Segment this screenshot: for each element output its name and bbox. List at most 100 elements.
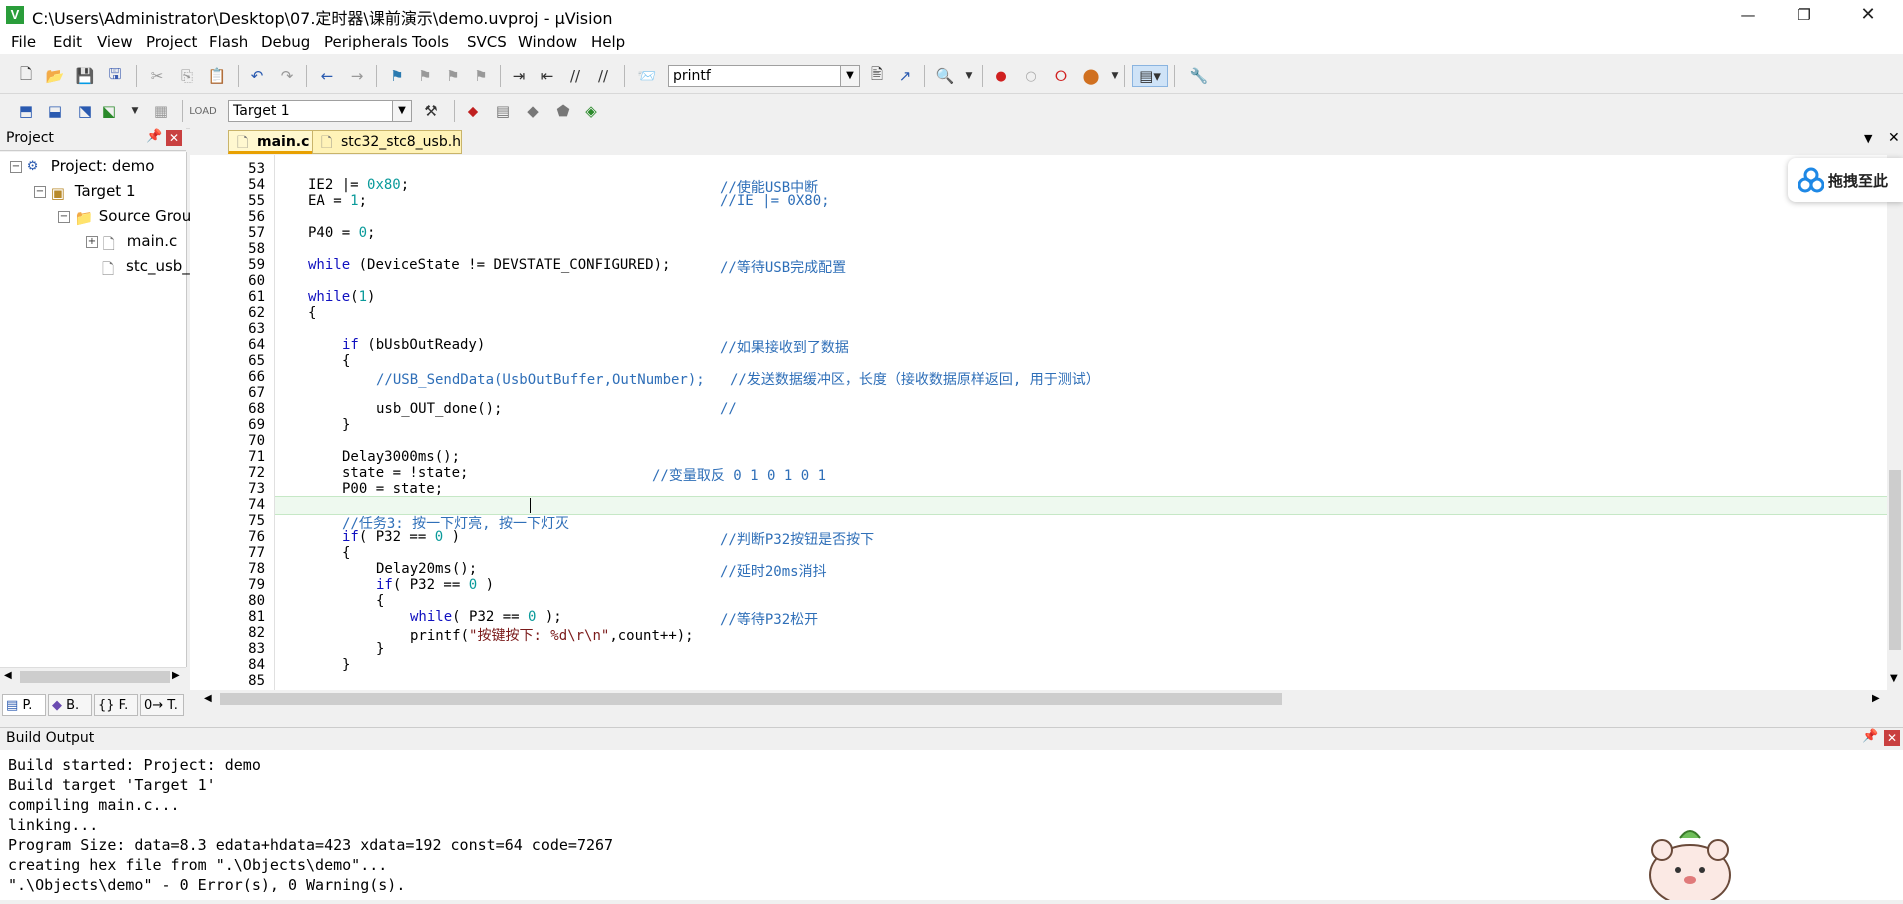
collapse-icon[interactable]: − xyxy=(34,185,46,198)
menu-view[interactable]: View xyxy=(97,33,133,51)
uncomment-icon[interactable]: ∕∕ xyxy=(592,65,614,87)
line-number: 85 xyxy=(248,673,265,689)
manage-components-icon[interactable]: ⬥ xyxy=(462,100,484,122)
code-editor[interactable]: 53 54 55 56 57 58 59 60 61 62 63 64 65 6… xyxy=(190,155,1903,690)
open-folder-icon[interactable]: 📂 xyxy=(44,65,66,87)
menu-project[interactable]: Project xyxy=(146,33,197,51)
file-extensions-icon[interactable]: ▤ xyxy=(492,100,514,122)
close-icon[interactable]: ✕ xyxy=(1888,130,1900,146)
save-all-icon[interactable]: 🖫 xyxy=(104,65,126,87)
menu-file[interactable]: File xyxy=(11,33,36,51)
find-in-files-icon[interactable]: 📨 xyxy=(636,65,658,87)
expand-icon[interactable]: + xyxy=(86,235,98,248)
target-options-icon[interactable]: ⚒ xyxy=(420,100,442,122)
tab-books[interactable]: ◆ B. xyxy=(48,694,92,716)
breakpoint-disable-all-icon[interactable]: ⬤ xyxy=(1080,65,1102,87)
scroll-thumb[interactable] xyxy=(1889,470,1901,650)
chevron-down-icon[interactable]: ▼ xyxy=(958,65,980,87)
maximize-button[interactable]: ❐ xyxy=(1781,0,1827,30)
tab-usb-h[interactable]: 🗋 stc32_stc8_usb.h xyxy=(312,130,462,154)
stop-build-icon[interactable]: ▦ xyxy=(150,100,172,122)
scroll-thumb[interactable] xyxy=(20,671,170,683)
breakpoint-kill-all-icon[interactable]: ⭘ xyxy=(1050,65,1072,87)
breakpoint-disable-icon[interactable]: ○ xyxy=(1020,65,1042,87)
save-icon[interactable]: 💾 xyxy=(74,65,96,87)
menu-window[interactable]: Window xyxy=(518,33,577,51)
select-device-icon[interactable]: ◆ xyxy=(522,100,544,122)
line-number: 75 xyxy=(248,513,265,529)
bookmark-prev-icon[interactable]: ⚑ xyxy=(414,65,436,87)
redo-icon[interactable]: ↷ xyxy=(276,65,298,87)
collapse-icon[interactable]: − xyxy=(10,160,22,173)
editor-hscrollbar[interactable]: ◀ ▶ xyxy=(190,690,1887,708)
editor-vscrollbar[interactable]: ▲ ▼ xyxy=(1887,155,1903,690)
menu-help[interactable]: Help xyxy=(591,33,625,51)
copy-icon[interactable]: ⎘ xyxy=(176,65,198,87)
tree-file-main[interactable]: + 🗋 main.c xyxy=(86,232,177,253)
build-output-log[interactable]: Build started: Project: demo Build targe… xyxy=(0,750,1903,900)
comment-icon[interactable]: // xyxy=(564,65,586,87)
close-button[interactable]: ✕ xyxy=(1845,0,1891,30)
breakpoint-insert-icon[interactable]: ● xyxy=(990,65,1012,87)
download-icon[interactable]: LOAD xyxy=(189,100,216,122)
tree-project-root[interactable]: − ⚙ Project: demo xyxy=(10,157,154,175)
drag-drop-widget[interactable]: 拖拽至此 xyxy=(1788,158,1903,202)
menu-tools[interactable]: Tools xyxy=(412,33,449,51)
cut-icon[interactable]: ✂ xyxy=(146,65,168,87)
menu-peripherals[interactable]: Peripherals xyxy=(324,33,408,51)
undo-icon[interactable]: ↶ xyxy=(246,65,268,87)
menu-edit[interactable]: Edit xyxy=(53,33,82,51)
collapse-icon[interactable]: − xyxy=(58,210,70,223)
new-file-icon[interactable]: 🗋 xyxy=(15,65,37,87)
rebuild-icon[interactable]: ⬔ xyxy=(74,100,96,122)
tab-templates[interactable]: 0→ T. xyxy=(140,694,184,716)
close-icon[interactable]: ✕ xyxy=(166,130,182,146)
nav-forward-icon[interactable]: → xyxy=(346,65,368,87)
pack-installer-icon[interactable]: ⬟ xyxy=(552,100,574,122)
tab-project[interactable]: ▤ P. xyxy=(2,694,46,716)
minimize-button[interactable]: — xyxy=(1725,0,1771,30)
find-icon[interactable]: 🖹 xyxy=(866,65,888,87)
scroll-right-icon[interactable]: ▶ xyxy=(172,670,180,681)
tree-file-usb[interactable]: 🗋 stc_usb_ xyxy=(102,257,190,278)
menu-debug[interactable]: Debug xyxy=(261,33,310,51)
run-time-environment-icon[interactable]: ◈ xyxy=(580,100,602,122)
tree-target[interactable]: − ▣ Target 1 xyxy=(34,182,136,202)
project-hscrollbar[interactable]: ◀ ▶ xyxy=(0,667,186,686)
scroll-right-icon[interactable]: ▶ xyxy=(1872,693,1880,704)
menu-svcs[interactable]: SVCS xyxy=(467,33,507,51)
target-combo[interactable]: Target 1 ▼ xyxy=(228,100,412,122)
scroll-down-icon[interactable]: ▼ xyxy=(1890,673,1898,684)
find-combo[interactable]: printf ▼ xyxy=(668,65,860,87)
menu-flash[interactable]: Flash xyxy=(209,33,248,51)
bookmark-clear-icon[interactable]: ⚑ xyxy=(470,65,492,87)
scroll-left-icon[interactable]: ◀ xyxy=(204,693,212,704)
build-icon[interactable]: ⬓ xyxy=(44,100,66,122)
tab-list-chevron-icon[interactable]: ▼ xyxy=(1864,132,1872,145)
pin-icon[interactable]: 📌 xyxy=(146,129,162,144)
chevron-down-icon[interactable]: ▼ xyxy=(1104,65,1126,87)
translate-icon[interactable]: ⬒ xyxy=(15,100,37,122)
chevron-down-icon[interactable]: ▼ xyxy=(124,100,146,122)
bookmark-next-icon[interactable]: ⚑ xyxy=(442,65,464,87)
pin-icon[interactable]: 📌 xyxy=(1862,729,1878,744)
bookmark-toggle-icon[interactable]: ⚑ xyxy=(386,65,408,87)
unindent-icon[interactable]: ⇤ xyxy=(536,65,558,87)
window-layout-icon[interactable]: ▤▾ xyxy=(1132,65,1168,87)
nav-back-icon[interactable]: ← xyxy=(316,65,338,87)
batch-build-icon[interactable]: ⬕ xyxy=(98,100,120,122)
close-icon[interactable]: ✕ xyxy=(1884,730,1900,746)
incremental-find-icon[interactable]: ↗ xyxy=(894,65,916,87)
paste-icon[interactable]: 📋 xyxy=(206,65,228,87)
configure-icon[interactable]: 🔧 xyxy=(1188,65,1210,87)
scroll-left-icon[interactable]: ◀ xyxy=(4,670,12,681)
tab-functions[interactable]: {} F. xyxy=(94,694,138,716)
debug-session-icon[interactable]: 🔍 xyxy=(934,65,956,87)
tree-target-label: Target 1 xyxy=(74,182,136,200)
indent-icon[interactable]: ⇥ xyxy=(508,65,530,87)
chevron-down-icon[interactable]: ▼ xyxy=(392,101,411,121)
chevron-down-icon[interactable]: ▼ xyxy=(840,66,859,86)
tree-source-group[interactable]: − 📁 Source Grou xyxy=(58,207,191,227)
scroll-thumb[interactable] xyxy=(220,693,1282,705)
tab-label: 0→ T. xyxy=(144,698,178,713)
